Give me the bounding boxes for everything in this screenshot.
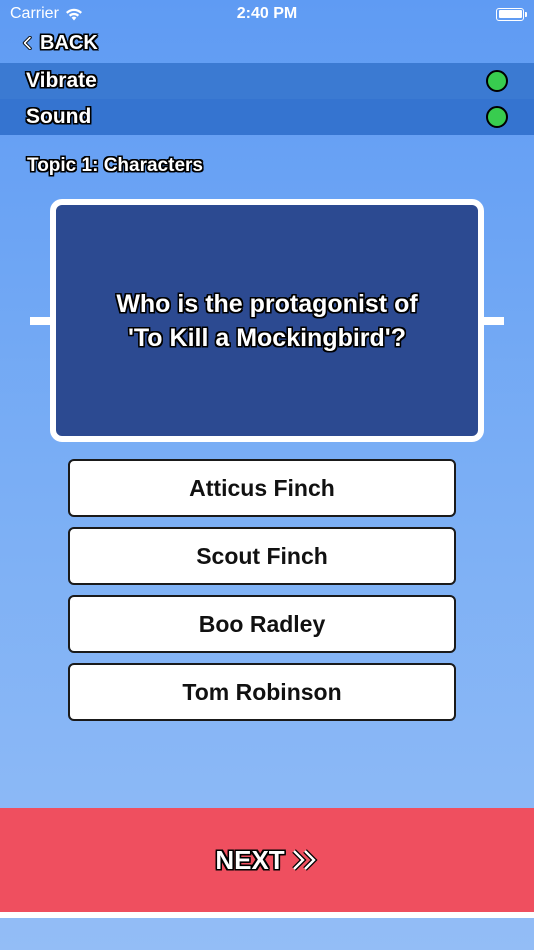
vibrate-toggle[interactable]: [486, 70, 508, 92]
status-time: 2:40 PM: [236, 5, 298, 22]
topic-title: Topic 1: Characters: [27, 155, 203, 176]
answer-button-3[interactable]: Boo Radley: [68, 595, 456, 653]
sound-toggle[interactable]: [486, 106, 508, 128]
chevron-left-icon: [22, 36, 32, 50]
answer-button-2[interactable]: Scout Finch: [68, 527, 456, 585]
back-label: BACK: [40, 31, 98, 54]
battery-fill: [498, 10, 522, 18]
settings-panel: Vibrate Sound: [0, 63, 534, 135]
setting-sound: Sound: [0, 99, 534, 135]
next-label: NEXT: [215, 844, 285, 875]
next-label-group: NEXT: [215, 845, 318, 876]
question-text: Who is the protagonist of 'To Kill a Moc…: [116, 287, 417, 355]
answer-button-4[interactable]: Tom Robinson: [68, 663, 456, 721]
answer-label-2: Scout Finch: [196, 542, 328, 569]
answer-label-4: Tom Robinson: [182, 678, 342, 705]
status-bar: Carrier 2:40 PM: [0, 0, 534, 28]
answer-label-1: Atticus Finch: [189, 474, 335, 501]
next-button[interactable]: NEXT: [0, 808, 534, 918]
question-line-1: Who is the protagonist of: [116, 289, 418, 318]
setting-vibrate: Vibrate: [0, 63, 534, 99]
answer-button-1[interactable]: Atticus Finch: [68, 459, 456, 517]
question-line-2: 'To Kill a Mockingbird'?: [127, 323, 407, 352]
double-chevron-right-icon: [291, 849, 318, 871]
back-button[interactable]: BACK: [22, 30, 98, 56]
answer-label-3: Boo Radley: [198, 610, 326, 637]
setting-vibrate-label: Vibrate: [26, 69, 97, 92]
question-card: Who is the protagonist of 'To Kill a Moc…: [50, 199, 484, 442]
battery-icon: [496, 7, 527, 21]
setting-sound-label: Sound: [26, 105, 92, 128]
